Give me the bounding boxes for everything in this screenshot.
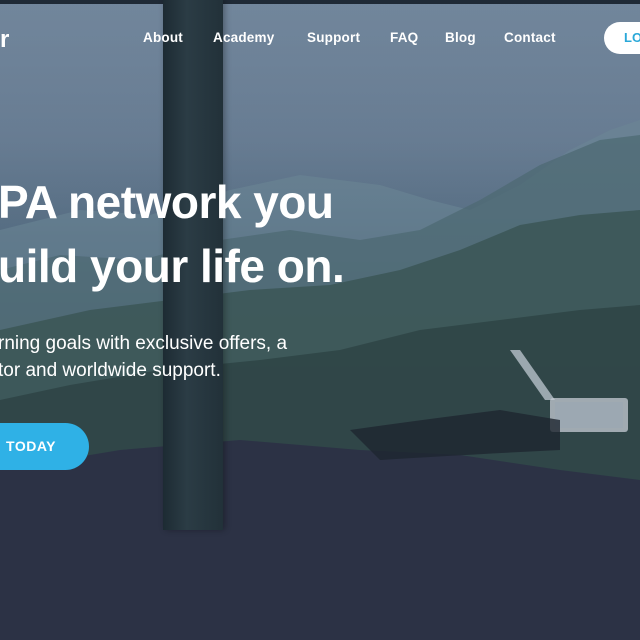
hero-section: r About Academy Support FAQ Blog Contact… [0,0,640,640]
headline-line-2: uild your life on. [0,240,345,292]
nav-link-about[interactable]: About [143,30,183,45]
headline-line-1: PA network you [0,176,334,228]
subtext-line-2: tor and worldwide support. [0,360,221,381]
site-logo[interactable]: r [0,26,9,54]
nav-link-contact[interactable]: Contact [504,30,556,45]
nav-link-academy[interactable]: Academy [213,30,274,45]
nav-link-faq[interactable]: FAQ [390,30,418,45]
main-nav: r About Academy Support FAQ Blog Contact… [0,22,640,56]
hero-subtext: rning goals with exclusive offers, a tor… [0,330,287,384]
hero-headline: PA network you uild your life on. [0,170,345,298]
nav-link-support[interactable]: Support [307,30,360,45]
nav-link-blog[interactable]: Blog [445,30,476,45]
login-button[interactable]: LO [604,22,640,54]
background-landscape [0,120,640,640]
subtext-line-1: rning goals with exclusive offers, a [0,333,288,354]
join-today-button[interactable]: TODAY [0,423,89,470]
top-frame-bar [0,0,640,4]
